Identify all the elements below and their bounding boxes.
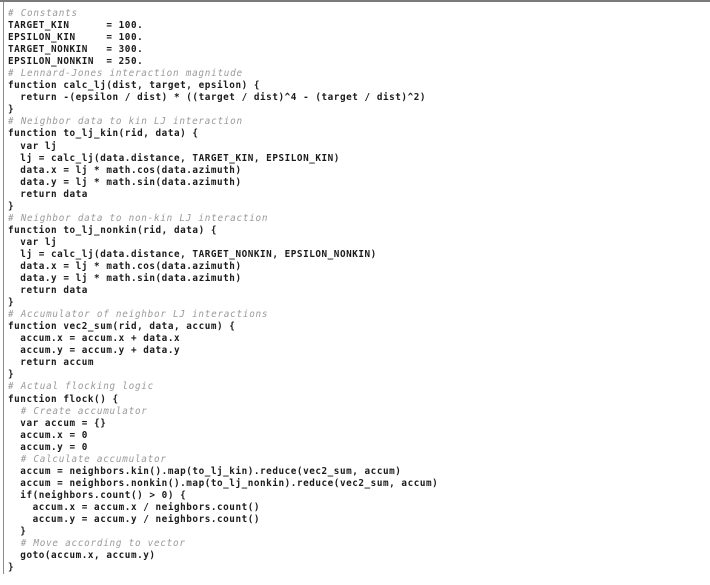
code-line: function to_lj_nonkin(rid, data) { <box>8 224 218 236</box>
code-line: data.x = lj * math.cos(data.azimuth) <box>8 260 242 272</box>
code-line: var lj <box>8 236 58 248</box>
code-line: var accum = {} <box>8 417 107 429</box>
code-comment-line: # Lennard-Jones interaction magnitude <box>8 68 243 80</box>
code-line: TARGET_NONKIN = 300. <box>8 44 144 56</box>
code-line: } <box>8 369 15 381</box>
code-line: lj = calc_lj(data.distance, TARGET_NONKI… <box>8 248 377 260</box>
code-line: function to_lj_kin(rid, data) { <box>8 128 199 140</box>
code-block: # Constants TARGET_KIN = 100. EPSILON_KIN … <box>0 2 710 575</box>
code-line: return data <box>8 285 88 297</box>
code-comment-line: # Constants <box>8 8 78 19</box>
code-comment-line: # Neighbor data to kin LJ interaction <box>8 116 243 128</box>
code-line: EPSILON_NONKIN = 250. <box>8 56 144 68</box>
code-line: function flock() { <box>8 393 119 405</box>
code-line: accum.x = 0 <box>8 429 88 441</box>
code-line: accum.y = accum.y + data.y <box>8 345 181 357</box>
code-comment-line: # Neighbor data to non-kin LJ interactio… <box>8 212 269 224</box>
code-line: function calc_lj(dist, target, epsilon) … <box>8 80 261 92</box>
code-line: return accum <box>8 357 95 369</box>
code-line: accum.y = accum.y / neighbors.count() <box>8 513 261 525</box>
code-line: } <box>8 200 15 212</box>
code-comment-line: # Create accumulator <box>8 405 148 417</box>
code-left-rule <box>3 2 4 575</box>
code-line: } <box>8 297 15 309</box>
code-line: data.y = lj * math.sin(data.azimuth) <box>8 273 242 285</box>
code-comment-line: # Accumulator of neighbor LJ interaction… <box>8 309 269 321</box>
code-comment-line: # Move according to vector <box>8 538 186 550</box>
code-line: var lj <box>8 140 58 152</box>
code-line: accum.y = 0 <box>8 441 88 453</box>
code-line: } <box>8 526 27 538</box>
code-line: if(neighbors.count() > 0) { <box>8 489 187 501</box>
code-line: data.y = lj * math.sin(data.azimuth) <box>8 176 242 188</box>
code-line: } <box>8 104 15 116</box>
code-line: goto(accum.x, accum.y) <box>8 550 156 562</box>
code-line: EPSILON_KIN = 100. <box>8 32 144 44</box>
code-line: accum = neighbors.nonkin().map(to_lj_non… <box>8 477 439 489</box>
code-line: accum.x = accum.x / neighbors.count() <box>8 501 261 513</box>
code-line: accum.x = accum.x + data.x <box>8 333 181 345</box>
code-line: lj = calc_lj(data.distance, TARGET_KIN, … <box>8 152 340 164</box>
code-line: TARGET_KIN = 100. <box>8 20 144 32</box>
code-listing-figure: # Constants TARGET_KIN = 100. EPSILON_KIN … <box>0 0 710 575</box>
code-line-list: # Constants TARGET_KIN = 100. EPSILON_KIN … <box>0 8 710 574</box>
code-comment-line: # Actual flocking logic <box>8 381 154 393</box>
code-line: function vec2_sum(rid, data, accum) { <box>8 321 236 333</box>
code-line: return -(epsilon / dist) * ((target / di… <box>8 92 427 104</box>
code-line: accum = neighbors.kin().map(to_lj_kin).r… <box>8 465 402 477</box>
code-line: return data <box>8 188 88 200</box>
code-line: data.x = lj * math.cos(data.azimuth) <box>8 164 242 176</box>
code-line: } <box>8 562 15 574</box>
code-comment-line: # Calculate accumulator <box>8 453 167 465</box>
